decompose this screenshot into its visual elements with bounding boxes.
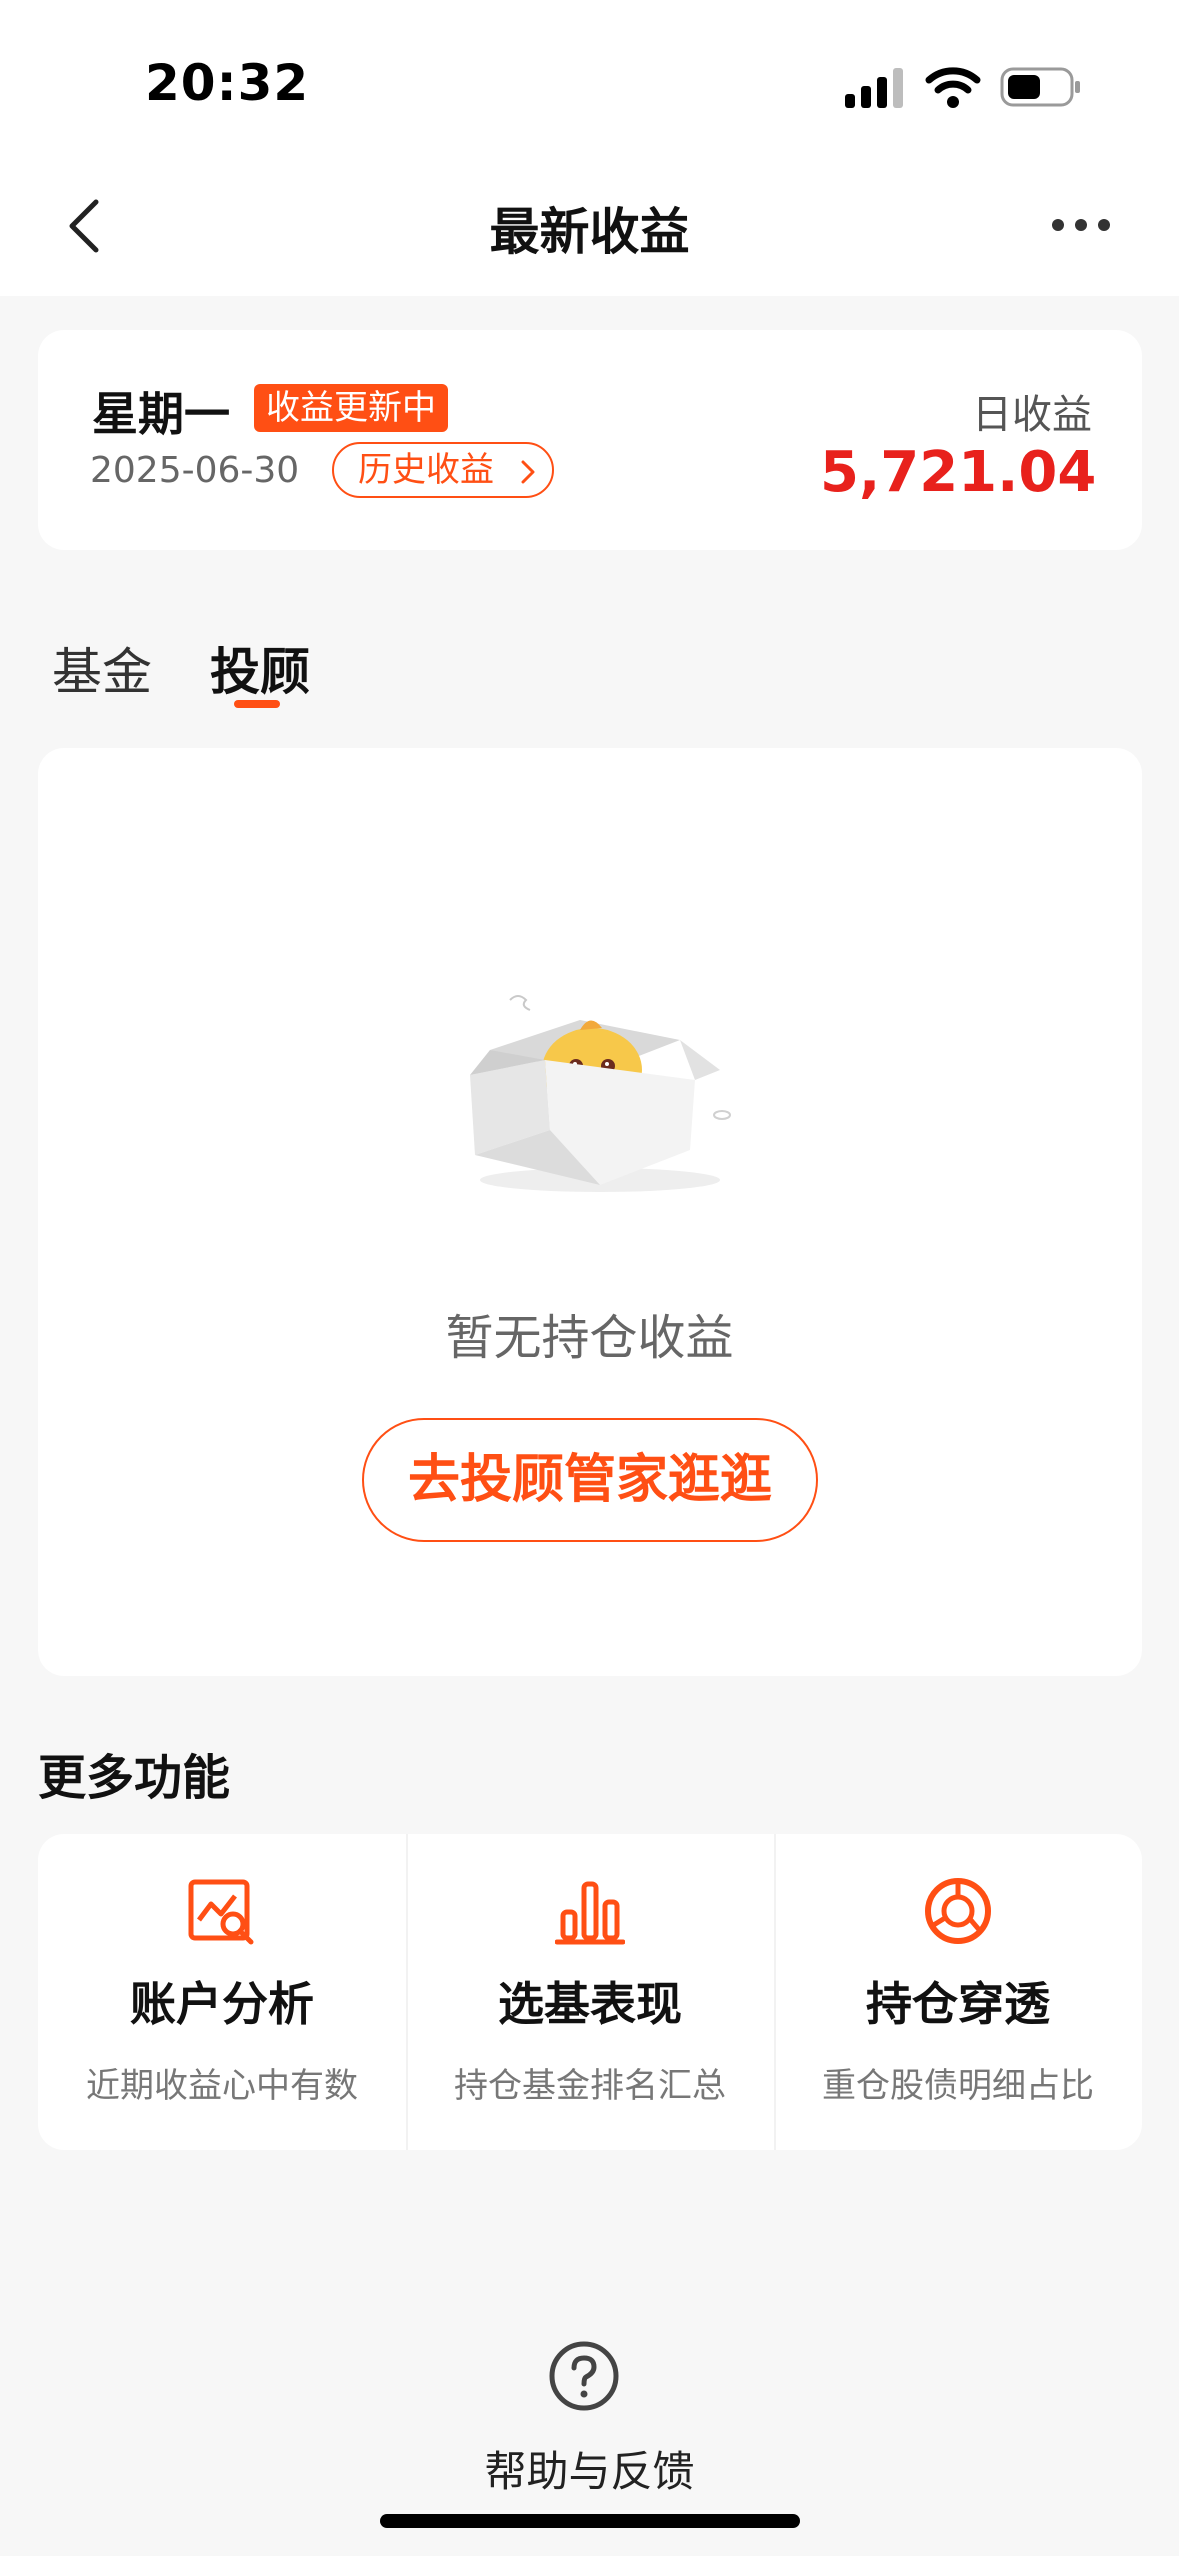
status-time: 20:32 [145, 54, 310, 112]
daily-earnings-value: 5,721.04 [820, 440, 1097, 505]
date-label: 2025-06-30 [90, 450, 300, 491]
empty-state-message: 暂无持仓收益 [445, 1310, 734, 1366]
feature-title: 账户分析 [130, 1977, 314, 2031]
go-advisor-button[interactable]: 去投顾管家逛逛 [362, 1418, 818, 1542]
bar-chart-icon [555, 1881, 625, 1945]
help-feedback-link[interactable]: 帮助与反馈 [0, 2438, 1179, 2499]
feature-subtitle: 重仓股债明细占比 [822, 2066, 1094, 2106]
feature-subtitle: 持仓基金排名汇总 [454, 2066, 726, 2106]
feature-title: 选基表现 [498, 1977, 682, 2031]
empty-box-chick-illustration [470, 995, 731, 1192]
cellular-signal-icon [845, 68, 903, 108]
daily-earnings-label: 日收益 [972, 392, 1092, 438]
feature-subtitle: 近期收益心中有数 [86, 2066, 358, 2106]
feature-title: 持仓穿透 [866, 1977, 1050, 2031]
chevron-right-icon [521, 460, 535, 484]
page-title: 最新收益 [489, 203, 690, 261]
wifi-icon [925, 67, 981, 108]
weekday-label: 星期一 [92, 387, 230, 441]
active-tab-indicator [234, 700, 280, 708]
history-earnings-label: 历史收益 [358, 450, 494, 490]
home-indicator[interactable] [380, 2514, 800, 2528]
battery-icon [1000, 67, 1080, 107]
chart-search-icon [188, 1879, 254, 1945]
tab-advisor[interactable]: 投顾 [210, 632, 310, 704]
ellipsis-icon[interactable] [1050, 210, 1112, 240]
question-circle-icon[interactable] [548, 2340, 620, 2412]
tab-fund[interactable]: 基金 [52, 632, 152, 704]
status-badge: 收益更新中 [254, 384, 448, 432]
section-title: 更多功能 [38, 1750, 231, 1806]
donut-chart-icon [925, 1878, 991, 1944]
history-earnings-button[interactable]: 历史收益 [332, 442, 554, 498]
